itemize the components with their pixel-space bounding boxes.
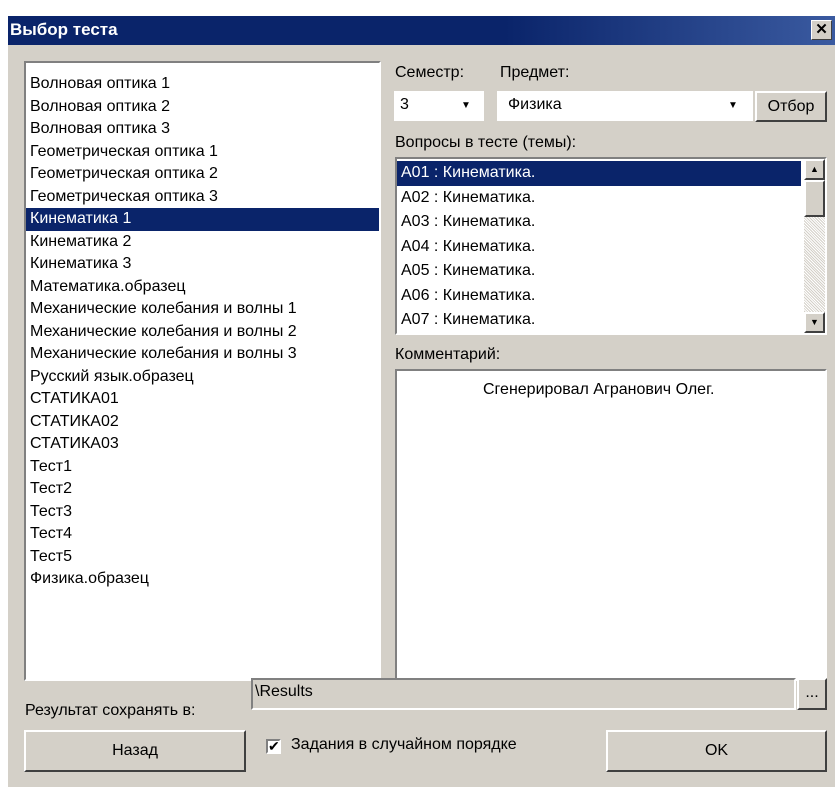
subject-label: Предмет: <box>500 64 570 81</box>
subject-dropdown-icon[interactable]: ▼ <box>725 95 741 117</box>
tests-list-item[interactable]: СТАТИКА02 <box>26 411 379 434</box>
filter-button[interactable]: Отбор <box>755 91 827 122</box>
tests-list-item[interactable]: Механические колебания и волны 2 <box>26 321 379 344</box>
questions-list-item[interactable]: A04 : Кинематика. <box>397 235 801 260</box>
questions-list-item[interactable]: A07 : Кинематика. <box>397 308 801 333</box>
questions-label: Вопросы в тесте (темы): <box>395 134 577 151</box>
tests-list-item[interactable]: Волновая оптика 1 <box>26 73 379 96</box>
questions-list-item[interactable]: A05 : Кинематика. <box>397 259 801 284</box>
tests-list-item[interactable]: Тест5 <box>26 546 379 569</box>
scroll-thumb[interactable] <box>804 180 825 217</box>
tests-list-item[interactable]: Тест4 <box>26 523 379 546</box>
tests-list-item[interactable]: Волновая оптика 3 <box>26 118 379 141</box>
questions-list-item[interactable]: A01 : Кинематика. <box>397 161 801 186</box>
ok-button[interactable]: OK <box>606 730 827 772</box>
tests-list-item[interactable]: Механические колебания и волны 1 <box>26 298 379 321</box>
tests-list-item[interactable]: Тест2 <box>26 478 379 501</box>
tests-list-item[interactable]: Механические колебания и волны 3 <box>26 343 379 366</box>
random-order-label[interactable]: Задания в случайном порядке <box>291 736 517 754</box>
tests-list-item[interactable]: Кинематика 2 <box>26 231 379 254</box>
title-bar[interactable]: Выбор теста ✕ <box>8 16 835 45</box>
browse-button[interactable]: ... <box>797 678 827 710</box>
scroll-up-icon[interactable]: ▲ <box>804 159 825 180</box>
subject-select[interactable]: Физика ▼ <box>497 91 753 121</box>
questions-list-item[interactable]: A02 : Кинематика. <box>397 186 801 211</box>
questions-scrollbar[interactable]: ▲ ▼ <box>804 159 825 333</box>
scroll-down-icon[interactable]: ▼ <box>804 312 825 333</box>
tests-list-item[interactable]: СТАТИКА03 <box>26 433 379 456</box>
window-title: Выбор теста <box>10 20 118 39</box>
tests-list-item[interactable]: Волновая оптика 2 <box>26 96 379 119</box>
tests-list-item[interactable]: Геометрическая оптика 1 <box>26 141 379 164</box>
tests-list-item[interactable]: Тест1 <box>26 456 379 479</box>
tests-list-item[interactable]: Тест3 <box>26 501 379 524</box>
tests-list-item[interactable]: Математика.образец <box>26 276 379 299</box>
test-selection-dialog: Выбор теста ✕ Волновая оптика 1 Волновая … <box>8 16 835 787</box>
result-path-value: \Results <box>255 683 313 700</box>
tests-list-item[interactable]: Геометрическая оптика 2 <box>26 163 379 186</box>
tests-list-item[interactable]: СТАТИКА01 <box>26 388 379 411</box>
random-order-checkbox[interactable]: ✔ <box>266 739 281 754</box>
tests-list-item[interactable]: Физика.образец <box>26 568 379 591</box>
tests-list-item[interactable]: Кинематика 1 <box>26 208 379 231</box>
subject-value: Физика <box>508 96 562 113</box>
tests-list-item[interactable]: Кинематика 3 <box>26 253 379 276</box>
questions-list[interactable]: A01 : Кинематика. A02 : Кинематика. A03 : … <box>395 157 827 335</box>
back-button[interactable]: Назад <box>24 730 246 772</box>
comment-box[interactable]: Сгенерировал Агранович Олег. <box>395 369 827 681</box>
comment-label: Комментарий: <box>395 346 501 363</box>
tests-list[interactable]: Волновая оптика 1 Волновая оптика 2 Волнов… <box>24 61 381 681</box>
semester-select[interactable]: 3 ▼ <box>394 91 484 121</box>
questions-list-item[interactable]: A06 : Кинематика. <box>397 284 801 309</box>
result-path-field[interactable]: \Results <box>251 678 796 710</box>
semester-dropdown-icon[interactable]: ▼ <box>458 95 474 117</box>
comment-text: Сгенерировал Агранович Олег. <box>483 381 715 398</box>
result-label: Результат сохранять в: <box>25 702 196 719</box>
semester-value: 3 <box>400 96 409 113</box>
questions-list-item[interactable]: A03 : Кинематика. <box>397 210 801 235</box>
close-icon[interactable]: ✕ <box>811 20 832 40</box>
tests-list-item[interactable]: Геометрическая оптика 3 <box>26 186 379 209</box>
semester-label: Семестр: <box>395 64 465 81</box>
tests-list-item[interactable]: Русский язык.образец <box>26 366 379 389</box>
